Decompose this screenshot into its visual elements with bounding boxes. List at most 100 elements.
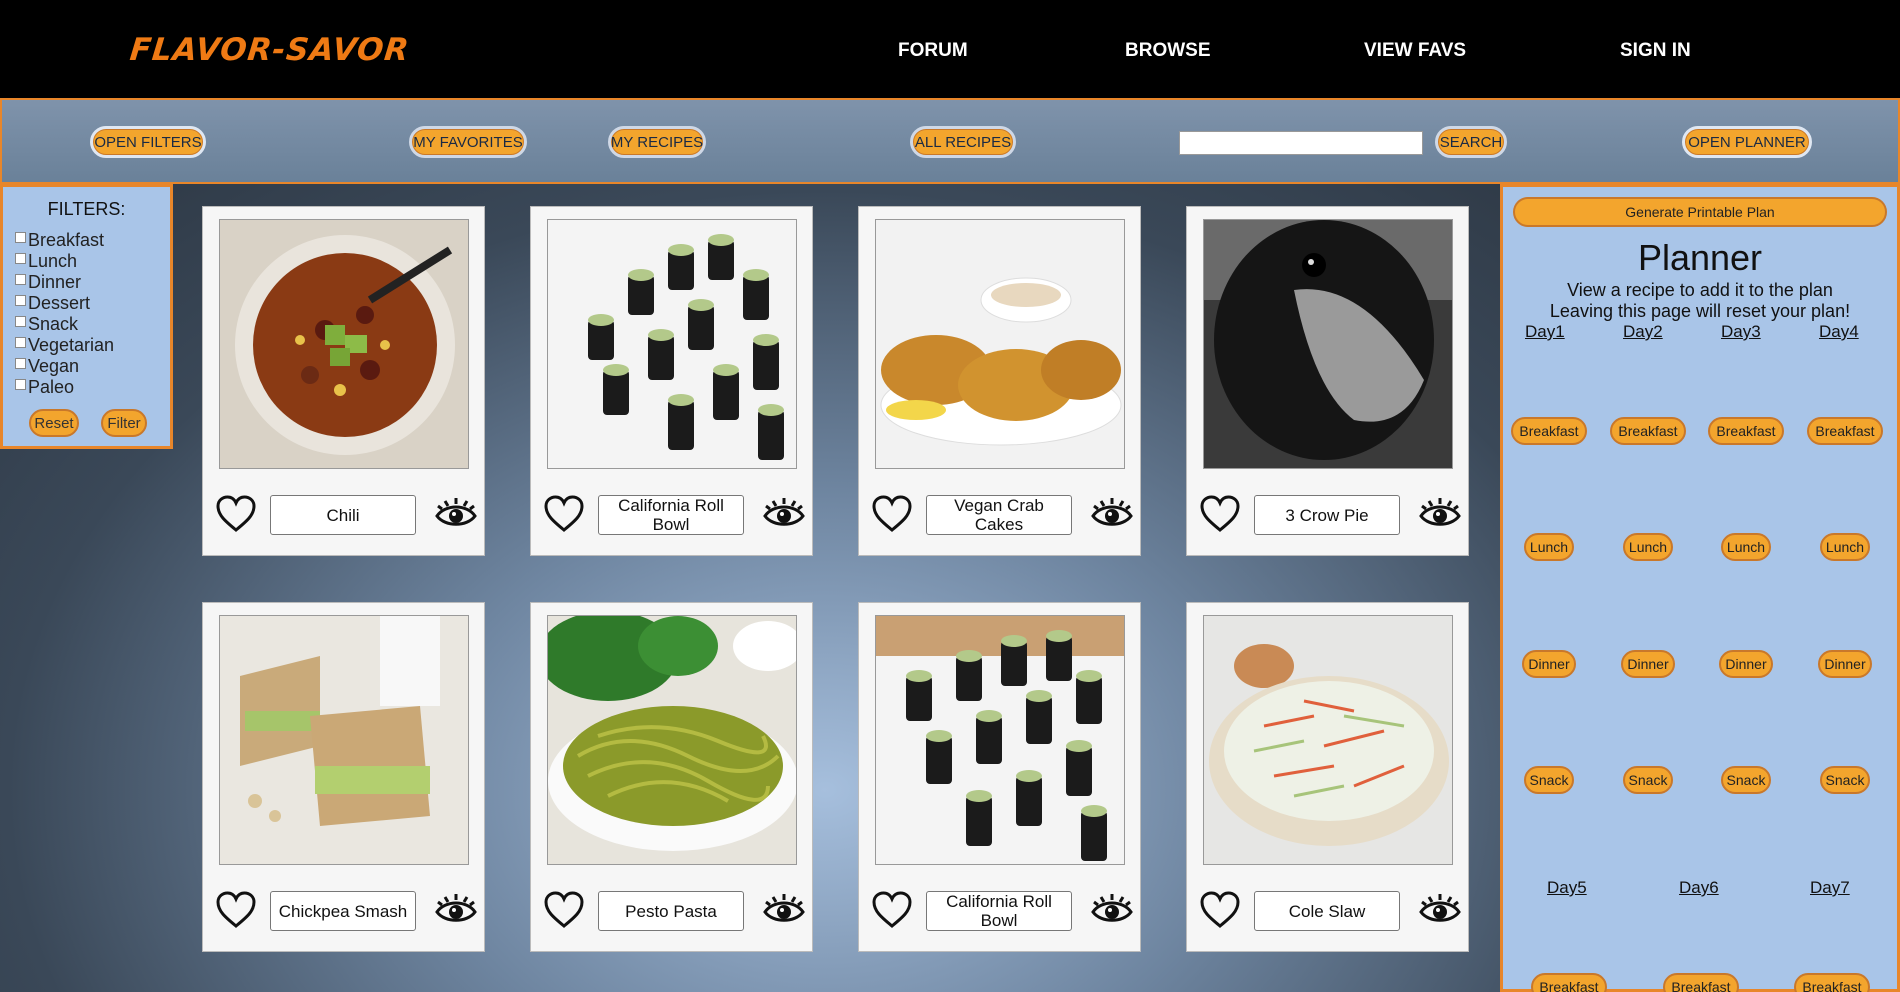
favorite-heart-icon[interactable] [215,494,257,534]
view-eye-icon[interactable] [762,494,806,532]
search-input[interactable] [1179,131,1423,155]
recipe-name: Chili [270,495,416,535]
day-link[interactable]: Day4 [1819,322,1859,342]
recipe-card: Chili [202,206,485,556]
favorite-heart-icon[interactable] [1199,890,1241,930]
favorite-heart-icon[interactable] [871,890,913,930]
checkbox[interactable] [15,232,26,243]
checkbox[interactable] [15,253,26,264]
view-eye-icon[interactable] [1418,890,1462,928]
favorite-heart-icon[interactable] [871,494,913,534]
view-eye-icon[interactable] [1418,494,1462,532]
filter-button[interactable]: Filter [101,409,147,437]
favorite-heart-icon[interactable] [1199,494,1241,534]
favorite-heart-icon[interactable] [543,494,585,534]
filters-panel: FILTERS: Breakfast Lunch Dinner Dessert … [0,184,173,449]
generate-plan-button[interactable]: Generate Printable Plan [1513,197,1887,227]
checkbox[interactable] [15,316,26,327]
view-eye-icon[interactable] [434,494,478,532]
meal-slot[interactable]: Dinner [1719,650,1773,678]
filter-option[interactable]: Vegetarian [15,335,114,356]
recipe-name: Pesto Pasta [598,891,744,931]
filter-option[interactable]: Vegan [15,356,79,377]
meal-slot[interactable]: Breakfast [1663,973,1739,992]
filter-option[interactable]: Lunch [15,251,77,272]
checkbox[interactable] [15,274,26,285]
meal-slot[interactable]: Breakfast [1807,417,1883,445]
day-link[interactable]: Day7 [1810,878,1850,898]
toolbar: OPEN FILTERS MY FAVORITES MY RECIPES ALL… [0,100,1900,184]
filter-option[interactable]: Breakfast [15,230,104,251]
meal-slot[interactable]: Snack [1524,766,1574,794]
recipe-name: 3 Crow Pie [1254,495,1400,535]
meal-slot[interactable]: Lunch [1721,533,1771,561]
nav-view-favs[interactable]: VIEW FAVS [1364,40,1466,62]
meal-slot[interactable]: Breakfast [1708,417,1784,445]
recipe-card: Pesto Pasta [530,602,813,952]
meal-slot[interactable]: Dinner [1621,650,1675,678]
meal-slot[interactable]: Breakfast [1794,973,1870,992]
favorite-heart-icon[interactable] [215,890,257,930]
checkbox[interactable] [15,337,26,348]
my-favorites-button[interactable]: MY FAVORITES [409,126,527,158]
view-eye-icon[interactable] [1090,494,1134,532]
filter-option[interactable]: Dinner [15,272,81,293]
recipe-image-chili [219,219,469,469]
view-eye-icon[interactable] [1090,890,1134,928]
nav-forum[interactable]: FORUM [898,40,968,62]
recipe-card: Vegan Crab Cakes [858,206,1141,556]
reset-button[interactable]: Reset [29,409,79,437]
planner-title: Planner [1637,237,1763,278]
checkbox[interactable] [15,358,26,369]
my-recipes-button[interactable]: MY RECIPES [608,126,706,158]
nav-browse[interactable]: BROWSE [1125,40,1211,62]
planner-warning: Leaving this page will reset your plan! [1549,301,1851,321]
day-link[interactable]: Day2 [1623,322,1663,342]
filters-title: FILTERS: [47,199,126,219]
filter-option[interactable]: Dessert [15,293,90,314]
top-navbar: FLAVOR-SAVOR FORUM BROWSE VIEW FAVS SIGN… [0,0,1900,100]
planner-panel: Generate Printable Plan Planner View a r… [1500,184,1900,992]
checkbox[interactable] [15,295,26,306]
view-eye-icon[interactable] [434,890,478,928]
brand-logo[interactable]: FLAVOR-SAVOR [128,32,411,68]
open-planner-button[interactable]: OPEN PLANNER [1682,126,1812,158]
meal-slot[interactable]: Breakfast [1511,417,1587,445]
recipe-name: Chickpea Smash [270,891,416,931]
recipe-image-pesto [547,615,797,865]
recipe-name: Cole Slaw [1254,891,1400,931]
meal-slot[interactable]: Breakfast [1531,973,1607,992]
open-filters-button[interactable]: OPEN FILTERS [90,126,206,158]
all-recipes-button[interactable]: ALL RECIPES [910,126,1016,158]
filter-option[interactable]: Paleo [15,377,74,398]
day-link[interactable]: Day3 [1721,322,1761,342]
meal-slot[interactable]: Lunch [1623,533,1673,561]
search-button[interactable]: SEARCH [1435,126,1507,158]
recipe-image-crab-cakes [875,219,1125,469]
day-link[interactable]: Day1 [1525,322,1565,342]
meal-slot[interactable]: Dinner [1818,650,1872,678]
day-link[interactable]: Day6 [1679,878,1719,898]
filter-option[interactable]: Snack [15,314,78,335]
recipe-card: California Roll Bowl [530,206,813,556]
meal-slot[interactable]: Breakfast [1610,417,1686,445]
meal-slot[interactable]: Snack [1820,766,1870,794]
view-eye-icon[interactable] [762,890,806,928]
recipe-image-sushi [547,219,797,469]
meal-slot[interactable]: Lunch [1524,533,1574,561]
recipe-card: California Roll Bowl [858,602,1141,952]
meal-slot[interactable]: Snack [1623,766,1673,794]
meal-slot[interactable]: Snack [1721,766,1771,794]
recipe-image-sushi [875,615,1125,865]
favorite-heart-icon[interactable] [543,890,585,930]
meal-slot[interactable]: Dinner [1522,650,1576,678]
recipe-card: Cole Slaw [1186,602,1469,952]
recipe-image-sandwich [219,615,469,865]
recipe-name: California Roll Bowl [598,495,744,535]
checkbox[interactable] [15,379,26,390]
recipe-name: Vegan Crab Cakes [926,495,1072,535]
meal-slot[interactable]: Lunch [1820,533,1870,561]
nav-sign-in[interactable]: SIGN IN [1620,40,1691,62]
day-link[interactable]: Day5 [1547,878,1587,898]
planner-subtitle: View a recipe to add it to the plan [1567,280,1833,300]
